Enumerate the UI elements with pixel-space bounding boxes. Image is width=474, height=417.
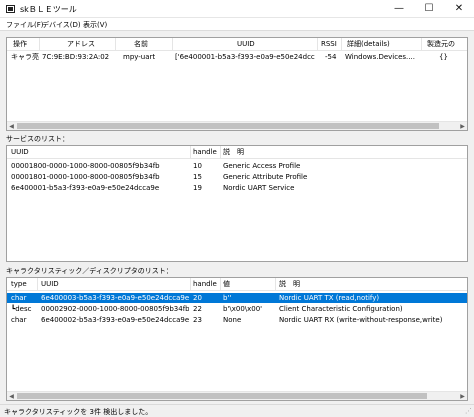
device-uuid: ['6e400001-b5a3-f393-e0a9-e50e24dcca9e'] xyxy=(175,53,315,61)
services-label: サービスのリスト： xyxy=(6,135,69,143)
col-char-handle[interactable]: handle xyxy=(193,278,219,291)
scroll-left-arrow-icon[interactable]: ◀ xyxy=(7,392,16,400)
minimize-button[interactable]: — xyxy=(384,0,414,18)
menu-file[interactable]: ファイル(F) xyxy=(6,20,44,30)
app-icon xyxy=(6,5,15,13)
characteristic-row[interactable]: char 6e400002-b5a3-f393-e0a9-e50e24dcca9… xyxy=(7,315,467,325)
char-uuid: 00002902-0000-1000-8000-00805f9b34fb xyxy=(41,305,189,313)
status-text: キャラクタリスティックを 3件 検出しました。 xyxy=(4,408,153,416)
characteristic-row[interactable]: ┗desc 00002902-0000-1000-8000-00805f9b34… xyxy=(7,304,467,314)
characteristics-label: キャラクタリスティック／ディスクリプタのリスト： xyxy=(6,267,173,275)
title-bar: skＢＬＥツール — ☐ ✕ xyxy=(0,0,474,18)
col-char-uuid[interactable]: UUID xyxy=(41,278,81,291)
col-operation[interactable]: 操作 xyxy=(13,38,39,51)
char-uuid: 6e400002-b5a3-f393-e0a9-e50e24dcca9e xyxy=(41,316,189,324)
col-name[interactable]: 名前 xyxy=(134,38,164,51)
service-row[interactable]: 00001800-0000-1000-8000-00805f9b34fb 10 … xyxy=(7,161,467,171)
char-value: None xyxy=(223,316,242,324)
service-desc: Nordic UART Service xyxy=(223,184,295,192)
close-button[interactable]: ✕ xyxy=(444,0,474,18)
col-rssi[interactable]: RSSI xyxy=(321,38,339,51)
menu-bar: ファイル(F) デバイス(D) 表示(V) xyxy=(0,18,474,31)
scroll-thumb[interactable] xyxy=(17,123,439,129)
device-manufacturer: {} xyxy=(439,53,448,61)
char-handle: 23 xyxy=(193,316,202,324)
service-uuid: 00001801-0000-1000-8000-00805f9b34fb xyxy=(11,173,160,181)
col-manufacturer[interactable]: 製造元の xyxy=(427,38,467,51)
service-row[interactable]: 00001801-0000-1000-8000-00805f9b34fb 15 … xyxy=(7,172,467,182)
char-desc: Nordic UART TX (read,notify) xyxy=(279,294,380,302)
char-type: ┗desc xyxy=(11,305,32,313)
service-desc: Generic Attribute Profile xyxy=(223,173,308,181)
scroll-thumb[interactable] xyxy=(17,393,427,399)
window-title: skＢＬＥツール xyxy=(20,5,77,14)
resize-grip-icon[interactable]: ⋰ xyxy=(463,407,472,416)
char-type: char xyxy=(11,294,27,302)
char-desc: Client Characteristic Configuration) xyxy=(279,305,403,313)
characteristic-list-header: type UUID handle 値 説 明 xyxy=(7,278,467,291)
col-char-type[interactable]: type xyxy=(11,278,31,291)
col-uuid[interactable]: UUID xyxy=(237,38,267,51)
col-service-uuid[interactable]: UUID xyxy=(11,146,71,159)
scroll-left-arrow-icon[interactable]: ◀ xyxy=(7,122,16,130)
device-details: Windows.Devices.... xyxy=(345,53,415,61)
scroll-right-arrow-icon[interactable]: ▶ xyxy=(458,122,467,130)
char-type: char xyxy=(11,316,27,324)
col-details[interactable]: 詳細(details) xyxy=(347,38,407,51)
char-handle: 20 xyxy=(193,294,202,302)
characteristic-row[interactable]: char 6e400003-b5a3-f393-e0a9-e50e24dcca9… xyxy=(7,293,467,303)
service-uuid: 00001800-0000-1000-8000-00805f9b34fb xyxy=(11,162,160,170)
col-service-handle[interactable]: handle xyxy=(193,146,219,159)
service-uuid: 6e400001-b5a3-f393-e0a9-e50e24dcca9e xyxy=(11,184,160,192)
device-list[interactable]: 操作 アドレス 名前 UUID RSSI 詳細(details) 製造元の キャ… xyxy=(6,37,468,131)
service-handle: 19 xyxy=(193,184,202,192)
char-desc: Nordic UART RX (write-without-response,w… xyxy=(279,316,443,324)
service-list[interactable]: UUID handle 説 明 00001800-0000-1000-8000-… xyxy=(6,145,468,262)
char-value: b'\x00\x00' xyxy=(223,305,263,313)
col-service-desc[interactable]: 説 明 xyxy=(223,146,263,159)
menu-view[interactable]: 表示(V) xyxy=(83,20,107,30)
status-bar: キャラクタリスティックを 3件 検出しました。 ⋰ xyxy=(0,404,474,417)
splitter[interactable] xyxy=(0,262,474,265)
service-handle: 15 xyxy=(193,173,202,181)
col-char-desc[interactable]: 説 明 xyxy=(279,278,319,291)
device-name: mpy-uart xyxy=(123,53,156,61)
char-handle: 22 xyxy=(193,305,202,313)
characteristic-list[interactable]: type UUID handle 値 説 明 char 6e400003-b5a… xyxy=(6,277,468,401)
col-char-value[interactable]: 値 xyxy=(223,278,243,291)
service-desc: Generic Access Profile xyxy=(223,162,301,170)
service-list-header: UUID handle 説 明 xyxy=(7,146,467,159)
device-address: 7C:9E:BD:93:2A:02 xyxy=(42,53,110,61)
device-row[interactable]: キャラ亮 7C:9E:BD:93:2A:02 mpy-uart ['6e4000… xyxy=(7,52,467,62)
device-list-header: 操作 アドレス 名前 UUID RSSI 詳細(details) 製造元の xyxy=(7,38,467,51)
char-value: b'' xyxy=(223,294,232,302)
scroll-right-arrow-icon[interactable]: ▶ xyxy=(458,392,467,400)
menu-device[interactable]: デバイス(D) xyxy=(42,20,81,30)
device-operation[interactable]: キャラ亮 xyxy=(11,52,39,62)
characteristic-hscrollbar[interactable]: ◀ ▶ xyxy=(7,391,467,400)
splitter[interactable] xyxy=(0,131,474,134)
maximize-button[interactable]: ☐ xyxy=(414,0,444,18)
device-hscrollbar[interactable]: ◀ ▶ xyxy=(7,121,467,130)
col-address[interactable]: アドレス xyxy=(67,38,107,51)
char-uuid: 6e400003-b5a3-f393-e0a9-e50e24dcca9e xyxy=(41,294,189,302)
service-row[interactable]: 6e400001-b5a3-f393-e0a9-e50e24dcca9e 19 … xyxy=(7,183,467,193)
device-rssi: -54 xyxy=(325,53,337,61)
service-handle: 10 xyxy=(193,162,202,170)
